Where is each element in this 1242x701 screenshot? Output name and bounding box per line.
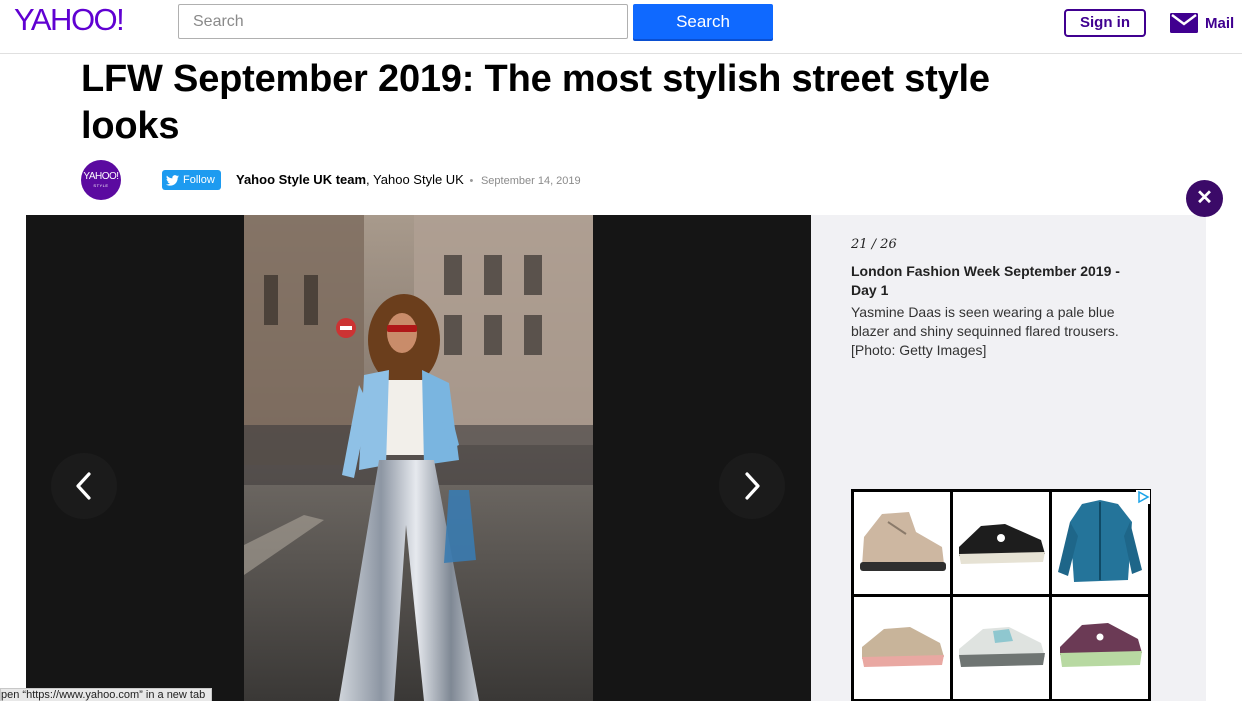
adchoices-icon[interactable] (1136, 490, 1150, 504)
product-ad[interactable] (851, 489, 1151, 701)
article-headline: LFW September 2019: The most stylish str… (81, 58, 990, 147)
slide-title: London Fashion Week September 2019 - Day… (851, 263, 1120, 298)
author-avatar[interactable]: YAHOO! STYLE (81, 160, 121, 200)
ad-item-green-purple-shoe[interactable] (1052, 597, 1148, 699)
slideshow-photo (244, 215, 593, 701)
ad-item-teal-jacket[interactable] (1052, 492, 1148, 594)
slide-counter: 21 / 26 (851, 237, 897, 252)
slideshow-viewer (26, 215, 811, 701)
search-input[interactable] (178, 4, 628, 39)
sign-in-button[interactable]: Sign in (1064, 9, 1146, 37)
right-gutter (1206, 54, 1242, 701)
left-gutter (0, 54, 26, 701)
byline-comma: , (366, 172, 374, 187)
chevron-right-icon (745, 472, 760, 500)
status-bar-link-preview: pen “https://www.yahoo.com” in a new tab (0, 688, 213, 701)
ad-item-black-running-shoe[interactable] (953, 492, 1049, 594)
ad-item-grey-running-shoe[interactable] (953, 597, 1049, 699)
yahoo-logo[interactable]: YAHOO! (14, 2, 125, 38)
slide-caption: Yasmine Daas is seen wearing a pale blue… (851, 304, 1119, 358)
close-slideshow-button[interactable]: ✕ (1186, 180, 1223, 217)
publish-date: September 14, 2019 (480, 175, 581, 187)
next-slide-button[interactable] (719, 453, 785, 519)
follow-label: Follow (183, 174, 215, 186)
twitter-bird-icon (166, 174, 179, 186)
author-name[interactable]: Yahoo Style UK team (236, 172, 366, 187)
mail-link[interactable]: Mail (1170, 12, 1234, 34)
mail-label: Mail (1205, 14, 1235, 32)
avatar-logo-text: YAHOO! (83, 171, 119, 182)
avatar-logo-sub: STYLE (93, 183, 109, 188)
search-button[interactable]: Search (633, 4, 773, 39)
publication-name[interactable]: Yahoo Style UK (373, 172, 464, 187)
ad-item-beige-hiking-shoe[interactable] (854, 492, 950, 594)
ad-item-beige-pink-shoe[interactable] (854, 597, 950, 699)
byline-separator: • (469, 175, 474, 187)
chevron-left-icon (76, 472, 91, 500)
close-icon: ✕ (1196, 187, 1213, 209)
mail-icon (1170, 13, 1198, 33)
top-navigation-bar: YAHOO! Search Sign in Mail (0, 0, 1242, 54)
article-header: LFW September 2019: The most stylish str… (26, 54, 1206, 215)
twitter-follow-button[interactable]: Follow (162, 170, 221, 190)
previous-slide-button[interactable] (51, 453, 117, 519)
byline: Yahoo Style UK team, Yahoo Style UK • Se… (236, 172, 581, 187)
